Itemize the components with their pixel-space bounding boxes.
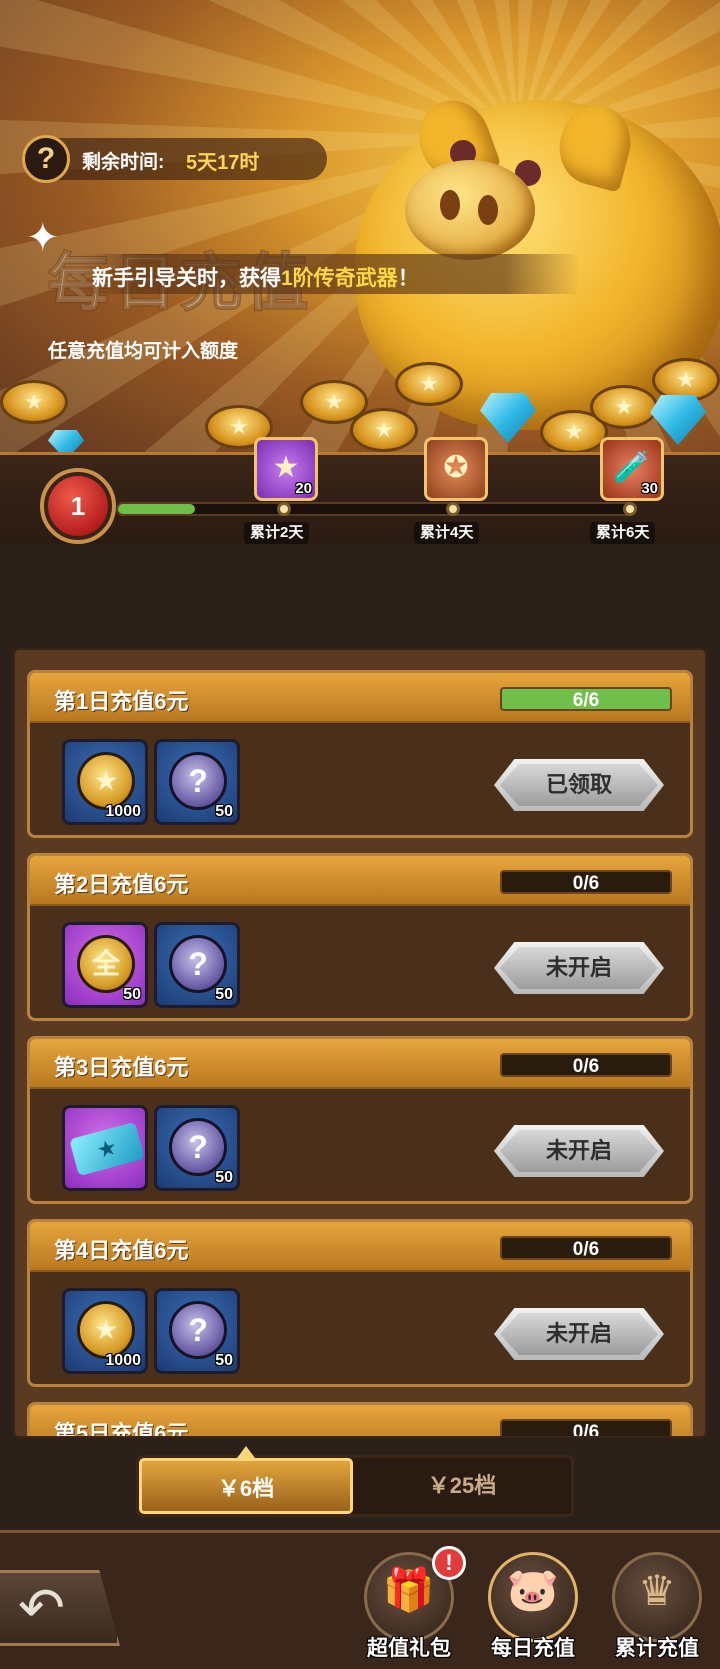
progress-fill bbox=[118, 504, 196, 514]
treasure-chest-icon: ♛ bbox=[638, 1567, 676, 1614]
pig-nostril bbox=[478, 195, 498, 225]
milestone-label: 累计2天 bbox=[244, 522, 310, 544]
milestone-count: 20 bbox=[295, 480, 312, 497]
gold-coin-glyph: ★ bbox=[77, 752, 135, 810]
card-title: 第4日充值6元 bbox=[54, 1238, 189, 1263]
card-progress-text: 0/6 bbox=[572, 1422, 600, 1438]
card-progress-text: 6/6 bbox=[572, 690, 600, 711]
pig-snout bbox=[405, 160, 535, 260]
star-chip-glyph: ✪ bbox=[443, 451, 469, 484]
gold-coin-icon[interactable]: ★ 1000 bbox=[62, 739, 148, 825]
mystery-orb-icon[interactable]: ? 50 bbox=[154, 922, 240, 1008]
sparkle-icon: ✦ bbox=[26, 216, 60, 260]
mystery-orb-icon[interactable]: ? 50 bbox=[154, 739, 240, 825]
card-title: 第2日充值6元 bbox=[54, 872, 189, 897]
tab-tier-6[interactable]: ￥6档 bbox=[139, 1458, 353, 1514]
gold-coin-icon[interactable]: ★ 1000 bbox=[62, 1288, 148, 1374]
milestone-count: 30 bbox=[641, 480, 658, 497]
level-number: 1 bbox=[48, 476, 108, 536]
red-potion-icon[interactable]: 🧪 30 bbox=[600, 437, 664, 501]
coin-icon bbox=[0, 380, 68, 424]
nav-label: 超值礼包 bbox=[367, 1637, 451, 1660]
help-icon[interactable]: ? bbox=[22, 135, 70, 183]
ticket-icon[interactable]: ★ bbox=[62, 1105, 148, 1191]
card-progress: 6/6 bbox=[500, 687, 672, 711]
back-arrow-icon: ↶ bbox=[18, 1576, 65, 1639]
item-count: 50 bbox=[123, 986, 141, 1003]
coin-icon bbox=[590, 385, 658, 429]
coin-icon bbox=[350, 408, 418, 452]
piggy-bank-icon: 🐷 bbox=[506, 1566, 560, 1613]
mystery-orb-icon[interactable]: ? 50 bbox=[154, 1288, 240, 1374]
full-coin-glyph: 全 bbox=[77, 935, 135, 993]
milestone-label: 累计6天 bbox=[590, 522, 656, 544]
item-count: 50 bbox=[215, 1169, 233, 1186]
tip-prefix: 新手引导关 bbox=[92, 267, 197, 290]
button-label: 未开启 bbox=[545, 1138, 612, 1163]
star-chip-icon[interactable]: ✪ bbox=[424, 437, 488, 501]
nav-cumulative-recharge[interactable]: ♛ 累计充值 bbox=[602, 1552, 712, 1662]
button-label: 未开启 bbox=[545, 955, 612, 980]
tip-highlight: 1阶传奇武器 bbox=[281, 267, 398, 290]
card-progress: 0/6 bbox=[500, 1236, 672, 1260]
alert-badge: ! bbox=[432, 1546, 466, 1580]
reward-card: 第3日充值6元 0/6 ★ ? 50 未开启 bbox=[27, 1036, 693, 1204]
item-count: 50 bbox=[215, 1352, 233, 1369]
mystery-orb-glyph: ? bbox=[169, 1118, 227, 1176]
item-count: 1000 bbox=[105, 1352, 141, 1369]
card-progress-text: 0/6 bbox=[572, 1239, 600, 1260]
gold-coin-glyph: ★ bbox=[77, 1301, 135, 1359]
nav-daily-recharge[interactable]: 🐷 每日充值 bbox=[478, 1552, 588, 1662]
reward-card: 第5日充值6元 0/6 bbox=[27, 1402, 693, 1438]
mystery-orb-glyph: ? bbox=[169, 1301, 227, 1359]
card-progress: 0/6 bbox=[500, 1053, 672, 1077]
button-label: 已领取 bbox=[545, 772, 612, 797]
milestone-label: 累计4天 bbox=[414, 522, 480, 544]
nav-gift-pack[interactable]: 🎁 ! 超值礼包 bbox=[354, 1546, 466, 1662]
card-progress: 0/6 bbox=[500, 870, 672, 894]
card-title: 第3日充值6元 bbox=[54, 1055, 189, 1080]
coin-icon bbox=[395, 362, 463, 406]
tip-text: 新手引导关时，获得1阶传奇武器！ bbox=[92, 262, 419, 292]
ticket-glyph: ★ bbox=[69, 1121, 145, 1177]
item-count: 1000 bbox=[105, 803, 141, 820]
reward-card: 第4日充值6元 0/6 ★ 1000 ? 50 未开启 bbox=[27, 1219, 693, 1387]
tip-mid: 时，获得 bbox=[197, 267, 281, 290]
mystery-orb-icon[interactable]: ? 50 bbox=[154, 1105, 240, 1191]
milestone-dot bbox=[446, 502, 460, 516]
milestone-dot bbox=[277, 502, 291, 516]
reward-card: 第1日充值6元 6/6 ★ 1000 ? 50 已领取 bbox=[27, 670, 693, 838]
card-title: 第5日充值6元 bbox=[54, 1421, 189, 1438]
card-progress-text: 0/6 bbox=[572, 1056, 600, 1077]
card-title: 第1日充值6元 bbox=[54, 689, 189, 714]
mystery-orb-glyph: ? bbox=[169, 935, 227, 993]
banner bbox=[0, 0, 720, 460]
reward-list[interactable]: 第1日充值6元 6/6 ★ 1000 ? 50 已领取 第2日充值6元 0/6 … bbox=[13, 648, 707, 1438]
button-label: 未开启 bbox=[545, 1321, 612, 1346]
tip-suffix: ！ bbox=[397, 267, 419, 290]
card-pack-icon[interactable]: ★ 20 bbox=[254, 437, 318, 501]
card-progress-text: 0/6 bbox=[572, 873, 600, 894]
milestone-dot bbox=[623, 502, 637, 516]
subtitle: 任意充值均可计入额度 bbox=[48, 341, 239, 362]
nav-label: 累计充值 bbox=[615, 1637, 699, 1660]
nav-label: 每日充值 bbox=[491, 1637, 575, 1660]
tab-caret bbox=[237, 1446, 255, 1458]
tab-tier-25[interactable]: ￥25档 bbox=[355, 1458, 569, 1514]
item-count: 50 bbox=[215, 986, 233, 1003]
item-count: 50 bbox=[215, 803, 233, 820]
pig-nostril bbox=[440, 190, 460, 220]
progress-track bbox=[116, 502, 636, 516]
reward-card: 第2日充值6元 0/6 全 50 ? 50 未开启 bbox=[27, 853, 693, 1021]
card-progress: 0/6 bbox=[500, 1419, 672, 1438]
mystery-orb-glyph: ? bbox=[169, 752, 227, 810]
timer-label: 剩余时间: bbox=[82, 152, 165, 173]
timer-value: 5天17时 bbox=[186, 152, 260, 174]
full-coin-icon[interactable]: 全 50 bbox=[62, 922, 148, 1008]
